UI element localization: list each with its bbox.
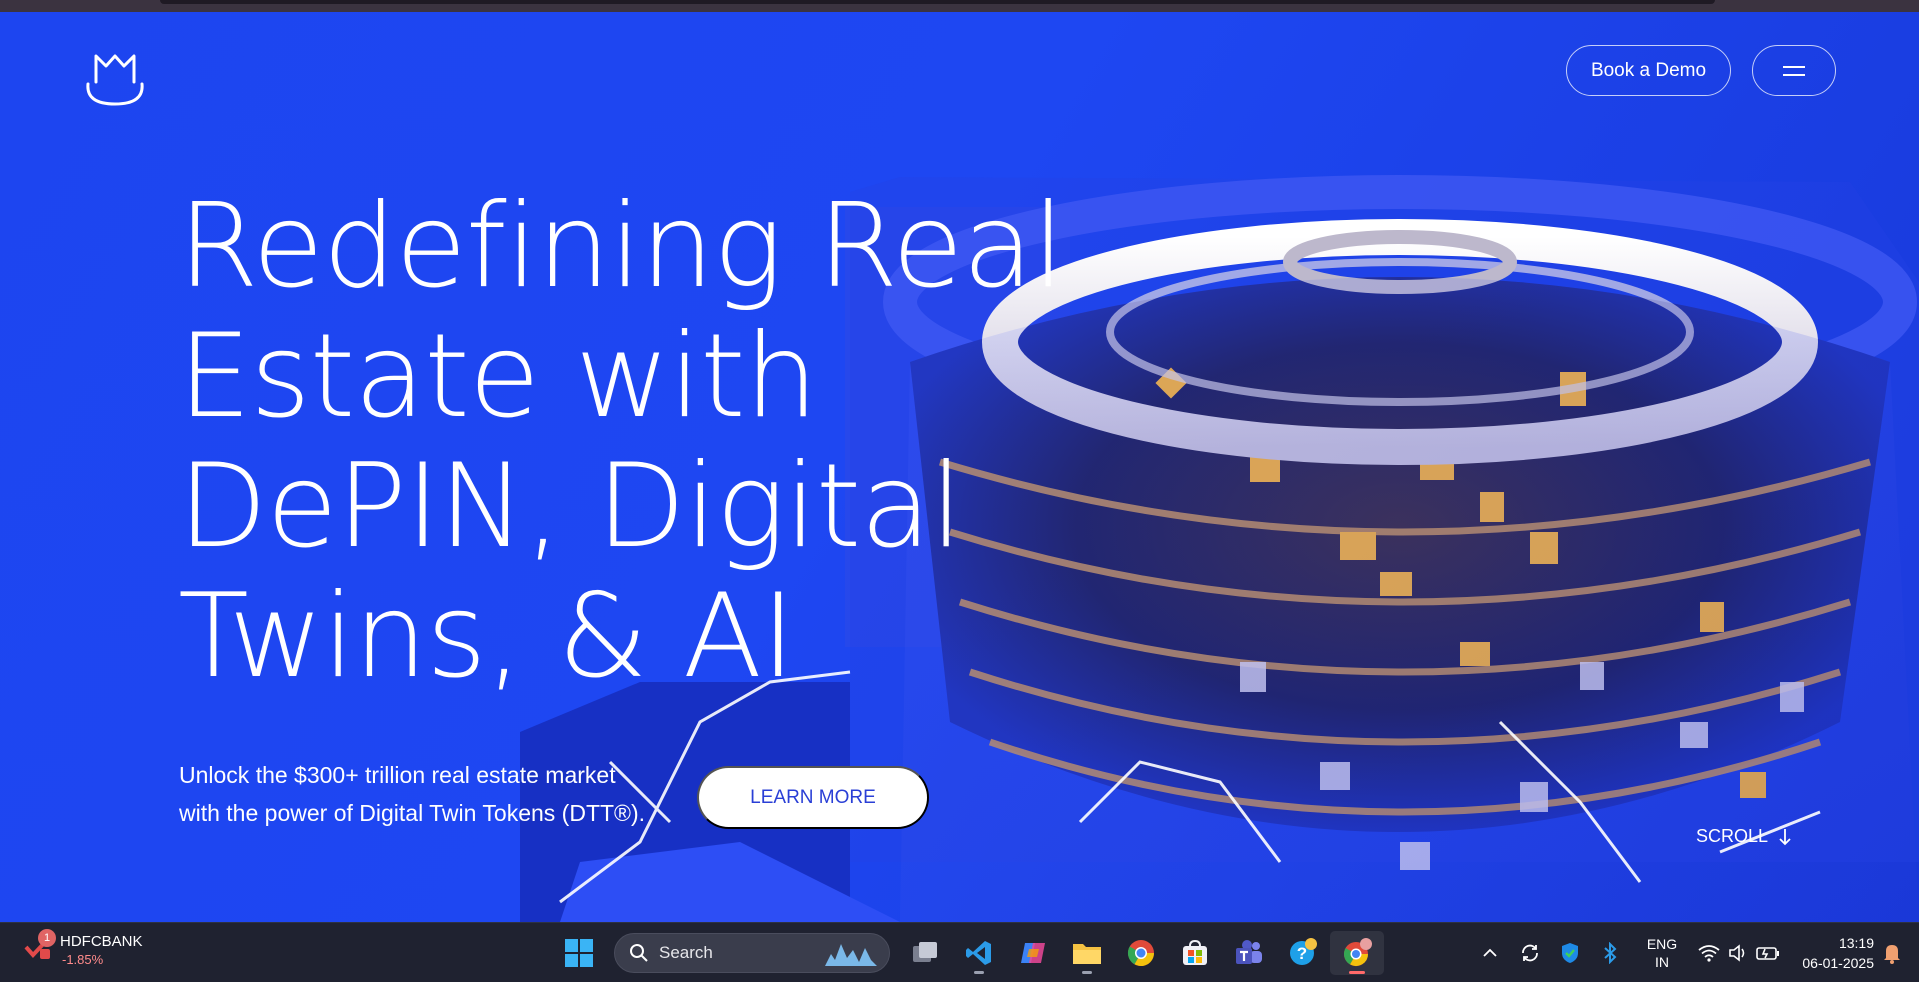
- chrome-icon[interactable]: [1114, 931, 1168, 975]
- app-running-indicator: [1349, 971, 1365, 974]
- task-view-icon[interactable]: [898, 931, 952, 975]
- quick-settings[interactable]: [1694, 931, 1784, 975]
- hero-title: Redefining Real Estate with DePIN, Digit…: [178, 179, 1065, 704]
- scroll-indicator[interactable]: SCROLL: [1696, 826, 1792, 847]
- windows-taskbar: 1 HDFCBANK -1.85% Search ? ENG IN 13:19 …: [0, 922, 1919, 982]
- browser-top-strip: [0, 0, 1919, 12]
- hero-title-line: Redefining Real: [178, 179, 1065, 314]
- teams-icon[interactable]: [1222, 931, 1276, 975]
- hero-subtitle-line: Unlock the $300+ trillion real estate ma…: [179, 762, 616, 788]
- notification-bell-icon[interactable]: [1880, 941, 1904, 965]
- hero-section: Book a Demo Redefining Real Estate with …: [0, 12, 1919, 922]
- vscode-icon[interactable]: [952, 931, 1006, 975]
- arrow-down-icon: [1779, 828, 1791, 845]
- app-running-indicator: [974, 971, 984, 974]
- taskbar-clock[interactable]: 13:19 06-01-2025: [1774, 933, 1874, 973]
- learn-more-button[interactable]: LEARN MORE: [697, 766, 929, 829]
- tab-strip: [160, 0, 1715, 4]
- copilot-icon[interactable]: [1006, 931, 1060, 975]
- security-shield-icon[interactable]: [1550, 931, 1590, 975]
- hero-subtitle-line: with the power of Digital Twin Tokens (D…: [179, 800, 646, 826]
- hamburger-icon: [1783, 65, 1805, 76]
- logo-icon[interactable]: [82, 48, 148, 108]
- language-code: ENG: [1646, 936, 1678, 952]
- svg-text:?: ?: [1297, 944, 1307, 963]
- scroll-label: SCROLL: [1696, 826, 1769, 846]
- menu-button[interactable]: [1752, 45, 1836, 96]
- stock-chart-icon: 1: [24, 929, 56, 961]
- app-running-indicator: [1082, 971, 1092, 974]
- search-label: Search: [659, 943, 713, 962]
- language-region: IN: [1655, 954, 1669, 970]
- stock-widget[interactable]: 1 HDFCBANK -1.85%: [24, 929, 143, 969]
- hero-title-line: DePIN, Digital: [178, 439, 963, 574]
- sync-icon[interactable]: [1510, 931, 1550, 975]
- hero-subtitle: Unlock the $300+ trillion real estate ma…: [179, 756, 679, 832]
- notification-badge: 1: [38, 929, 56, 947]
- system-tray: ENG IN: [1470, 931, 1784, 975]
- stock-symbol: HDFCBANK: [60, 933, 143, 950]
- file-explorer-icon[interactable]: [1060, 931, 1114, 975]
- volume-icon: [1729, 944, 1745, 962]
- book-demo-button[interactable]: Book a Demo: [1566, 45, 1731, 96]
- chevron-up-icon[interactable]: [1470, 931, 1510, 975]
- search-highlight-icon: [825, 944, 877, 966]
- start-icon[interactable]: [552, 931, 606, 975]
- taskbar-apps: Search ?: [552, 931, 1384, 975]
- store-icon[interactable]: [1168, 931, 1222, 975]
- language-indicator[interactable]: ENG IN: [1630, 931, 1694, 975]
- hero-title-line: Twins, & AI: [178, 569, 795, 704]
- hero-title-line: Estate with: [178, 309, 818, 444]
- help-icon[interactable]: ?: [1276, 931, 1330, 975]
- stock-change: -1.85%: [62, 952, 104, 967]
- search-icon: [630, 944, 648, 962]
- taskbar-search[interactable]: Search: [614, 933, 890, 973]
- chrome-profile-icon[interactable]: [1330, 931, 1384, 975]
- clock-date: 06-01-2025: [1802, 955, 1874, 971]
- bluetooth-icon[interactable]: [1590, 931, 1630, 975]
- clock-time: 13:19: [1838, 935, 1874, 951]
- wifi-icon: [1698, 945, 1720, 962]
